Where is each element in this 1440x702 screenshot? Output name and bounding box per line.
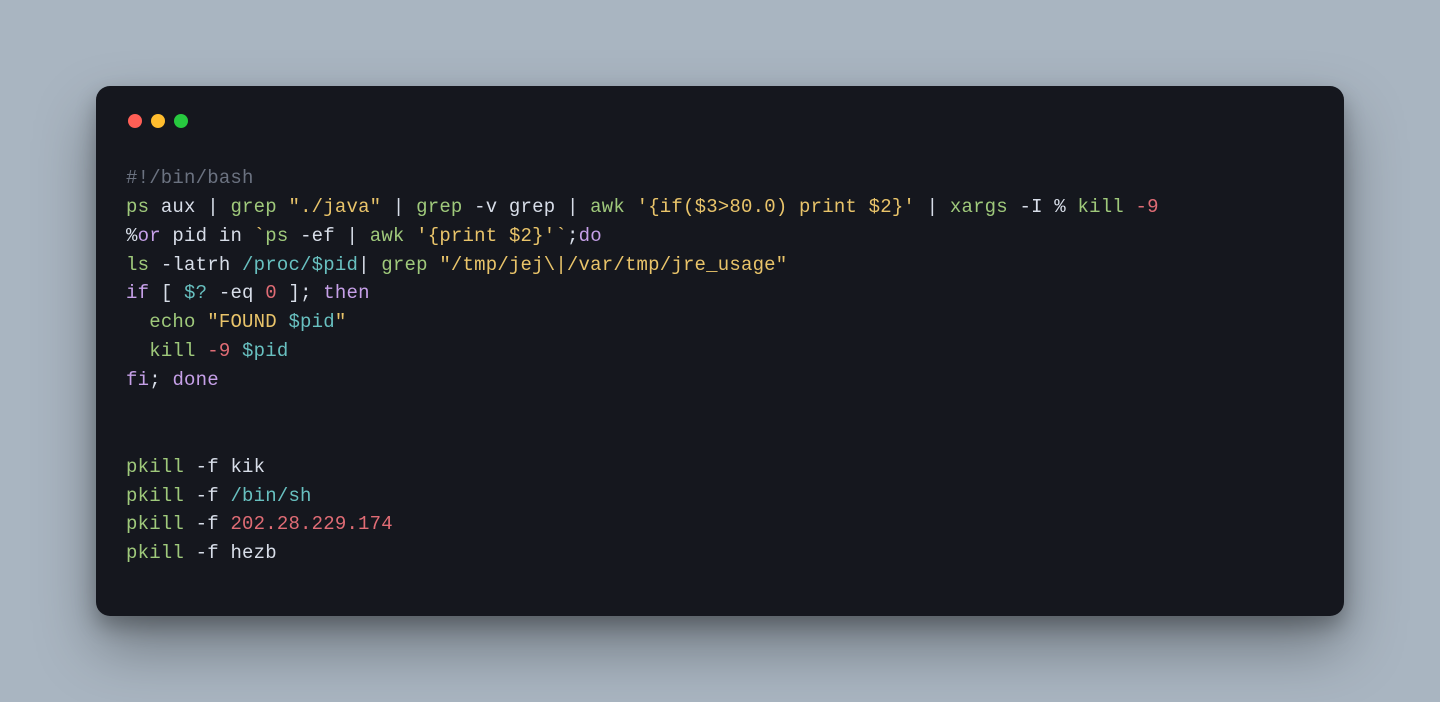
keyword-done: done bbox=[172, 369, 218, 391]
shebang-line: #!/bin/bash bbox=[126, 167, 254, 189]
awk-script: '{if($3>80.0) print $2}' bbox=[637, 196, 915, 218]
cmd-kill: kill bbox=[1078, 196, 1136, 218]
keyword-if: if bbox=[126, 282, 149, 304]
signal-number: -9 bbox=[207, 340, 242, 362]
cmd-pkill: pkill bbox=[126, 456, 196, 478]
string-literal: "/tmp/jej\|/var/tmp/jre_usage" bbox=[439, 254, 787, 276]
terminal-window: #!/bin/bash ps aux | grep "./java" | gre… bbox=[96, 86, 1344, 616]
variable-pid: $pid bbox=[312, 254, 358, 276]
variable-pid: $pid bbox=[288, 311, 334, 333]
keyword-for: or bbox=[138, 225, 161, 247]
code-block: #!/bin/bash ps aux | grep "./java" | gre… bbox=[126, 164, 1314, 568]
cmd-grep: grep bbox=[381, 254, 439, 276]
cmd-ls: ls bbox=[126, 254, 161, 276]
cmd-pkill: pkill bbox=[126, 542, 196, 564]
cmd-awk: awk bbox=[370, 225, 416, 247]
number-zero: 0 bbox=[265, 282, 277, 304]
cmd-grep: grep bbox=[416, 196, 474, 218]
window-titlebar bbox=[126, 110, 1314, 164]
minimize-icon[interactable] bbox=[151, 114, 165, 128]
keyword-do: do bbox=[579, 225, 602, 247]
cmd-kill: kill bbox=[149, 340, 207, 362]
pkill-target: /bin/sh bbox=[230, 485, 311, 507]
cmd-grep: grep bbox=[230, 196, 288, 218]
cmd-xargs: xargs bbox=[950, 196, 1020, 218]
cmd-awk: awk bbox=[590, 196, 636, 218]
cmd-ps: ps bbox=[265, 225, 300, 247]
close-icon[interactable] bbox=[128, 114, 142, 128]
cmd-pkill: pkill bbox=[126, 485, 196, 507]
zoom-icon[interactable] bbox=[174, 114, 188, 128]
cmd-echo: echo bbox=[149, 311, 207, 333]
signal-number: -9 bbox=[1136, 196, 1159, 218]
variable-pid: $pid bbox=[242, 340, 288, 362]
ip-address: 202.28.229.174 bbox=[230, 513, 392, 535]
pkill-target: kik bbox=[230, 456, 265, 478]
string-literal: "./java" bbox=[288, 196, 381, 218]
path-proc: /proc/ bbox=[242, 254, 312, 276]
awk-script: '{print $2}' bbox=[416, 225, 555, 247]
pkill-target: hezb bbox=[230, 542, 276, 564]
keyword-fi: fi bbox=[126, 369, 149, 391]
cmd-pkill: pkill bbox=[126, 513, 196, 535]
cmd-ps: ps bbox=[126, 196, 149, 218]
keyword-then: then bbox=[323, 282, 369, 304]
variable-exit: $? bbox=[184, 282, 207, 304]
